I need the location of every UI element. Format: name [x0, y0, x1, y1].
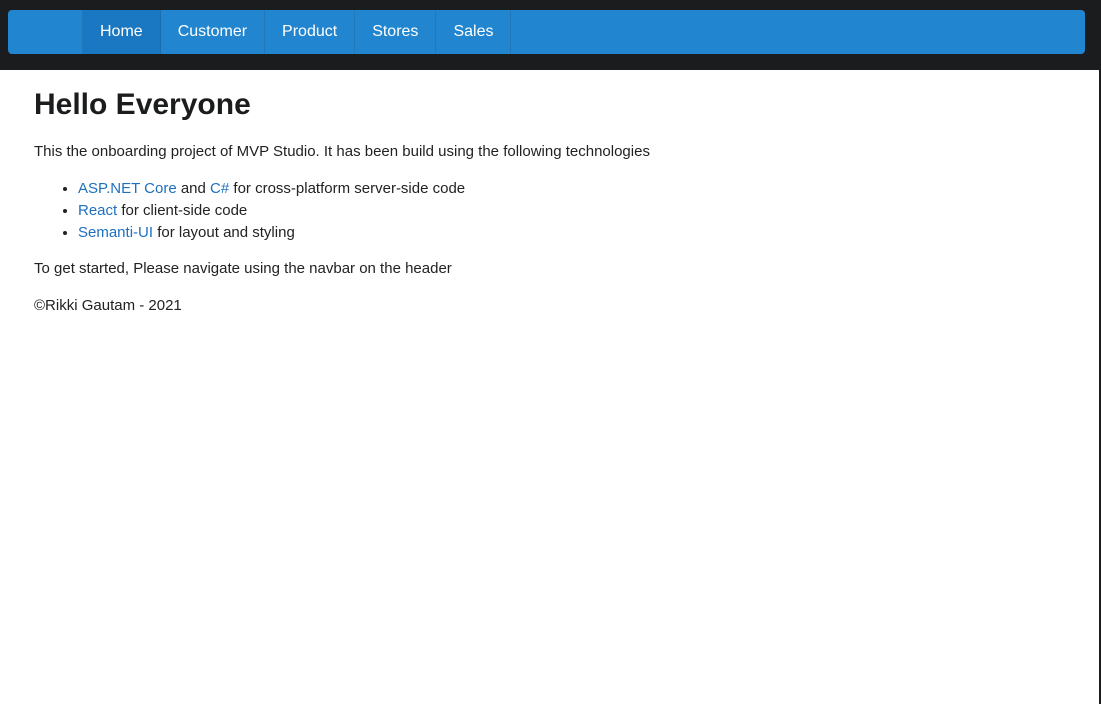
nav-item-sales[interactable]: Sales: [436, 10, 512, 54]
item-description: for cross-platform server-side code: [233, 180, 466, 197]
menu-spacer: [8, 10, 83, 54]
list-item: ASP.NET Core and C# for cross-platform s…: [78, 178, 1034, 200]
list-item: React for client-side code: [78, 200, 1034, 222]
nav-item-home[interactable]: Home: [83, 10, 161, 54]
getting-started-text: To get started, Please navigate using th…: [34, 260, 452, 277]
nav-item-customer[interactable]: Customer: [161, 10, 266, 54]
csharp-link[interactable]: C#: [210, 180, 229, 197]
list-item: Semanti-UI for layout and styling: [78, 222, 1034, 244]
item-description: for layout and styling: [157, 224, 295, 241]
joiner-text: and: [180, 180, 206, 197]
technology-list: ASP.NET Core and C# for cross-platform s…: [34, 178, 1034, 244]
aspnet-core-link[interactable]: ASP.NET Core: [78, 180, 177, 197]
nav-item-stores[interactable]: Stores: [355, 10, 437, 54]
react-link[interactable]: React: [78, 202, 117, 219]
main-content: Hello Everyone This the onboarding proje…: [34, 70, 1034, 316]
item-description: for client-side code: [121, 202, 248, 219]
nav-item-product[interactable]: Product: [265, 10, 356, 54]
top-navbar: Home Customer Product Stores Sales: [0, 0, 1101, 70]
intro-text: This the onboarding project of MVP Studi…: [34, 143, 650, 160]
page: Home Customer Product Stores Sales Hello…: [0, 0, 1101, 704]
semantic-ui-link[interactable]: Semanti-UI: [78, 224, 153, 241]
main-menu: Home Customer Product Stores Sales: [8, 10, 1085, 54]
page-title: Hello Everyone: [34, 88, 251, 121]
copyright-text: ©Rikki Gautam - 2021: [34, 297, 182, 314]
